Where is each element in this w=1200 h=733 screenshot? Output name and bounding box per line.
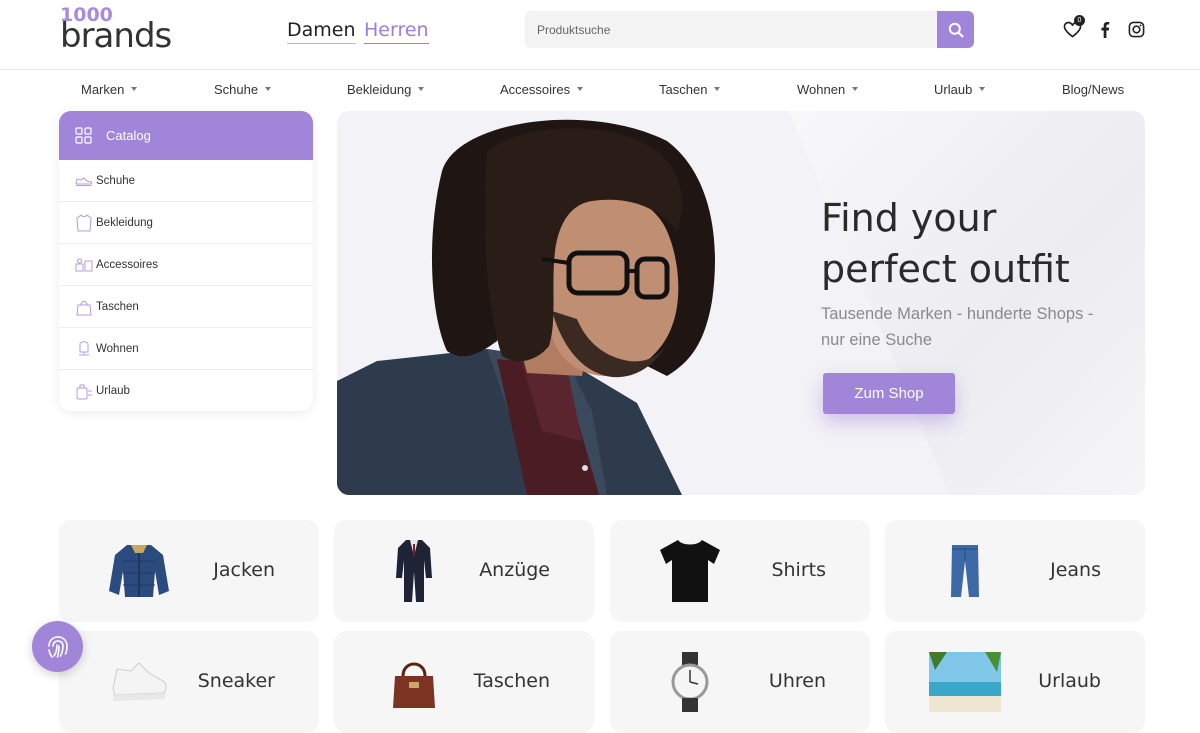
hero-title-line-1: Find your: [821, 196, 997, 240]
home-icon: [74, 340, 94, 358]
bag-image: [374, 649, 454, 715]
nav-item-label: Urlaub: [934, 82, 973, 97]
catalog-sidebar: Catalog Schuhe Bekleidung Accessoires Ta…: [59, 111, 313, 411]
tile-label: Jeans: [1050, 559, 1101, 581]
catalog-item-label: Taschen: [96, 300, 139, 313]
fingerprint-button[interactable]: [32, 621, 83, 672]
category-tile-urlaub[interactable]: Urlaub: [885, 631, 1145, 733]
tshirt-image: [650, 538, 730, 604]
catalog-item-taschen[interactable]: Taschen: [59, 286, 313, 328]
catalog-item-label: Urlaub: [96, 385, 130, 397]
nav-item-label: Taschen: [659, 82, 708, 97]
hero-subtitle: Tausende Marken - hunderte Shops - nur e…: [821, 305, 1094, 349]
tile-label: Anzüge: [479, 559, 550, 581]
vacation-icon: [74, 382, 94, 400]
wishlist-button[interactable]: 0: [1062, 15, 1085, 39]
wishlist-count-badge: 0: [1074, 15, 1085, 26]
shop-button[interactable]: Zum Shop: [823, 373, 955, 414]
grid-icon: [75, 127, 92, 144]
caret-down-icon: [131, 86, 138, 91]
catalog-item-label: Accessoires: [96, 258, 158, 271]
catalog-item-label: Wohnen: [96, 342, 139, 355]
category-tile-taschen[interactable]: Taschen: [334, 631, 594, 733]
caret-down-icon: [979, 86, 986, 91]
beach-image: [925, 649, 1005, 715]
caret-down-icon: [852, 86, 859, 91]
catalog-title: Catalog: [106, 128, 151, 143]
caret-down-icon: [577, 86, 584, 91]
nav-item-bekleidung[interactable]: Bekleidung: [347, 82, 425, 97]
facebook-icon: [1101, 21, 1110, 38]
caret-down-icon: [418, 86, 425, 91]
hero-model-image: [337, 119, 715, 495]
catalog-header[interactable]: Catalog: [59, 111, 313, 160]
jacket-image: [99, 538, 179, 604]
logo[interactable]: 1000 brands: [60, 6, 185, 56]
category-tile-uhren[interactable]: Uhren: [610, 631, 870, 733]
category-tile-shirts[interactable]: Shirts: [610, 520, 870, 622]
jeans-image: [925, 538, 1005, 604]
site-header: 1000 brands Damen Herren 0: [0, 0, 1200, 70]
nav-item-blog[interactable]: Blog/News: [1062, 82, 1124, 97]
nav-item-label: Accessoires: [500, 82, 571, 97]
nav-item-wohnen[interactable]: Wohnen: [797, 82, 859, 97]
category-tile-anzuege[interactable]: Anzüge: [334, 520, 594, 622]
shoe-icon: [74, 172, 94, 190]
nav-item-label: Marken: [81, 82, 125, 97]
nav-item-accessoires[interactable]: Accessoires: [500, 82, 584, 97]
catalog-item-bekleidung[interactable]: Bekleidung: [59, 202, 313, 244]
search-button[interactable]: [937, 11, 974, 48]
watch-image: [650, 649, 730, 715]
tile-label: Shirts: [771, 559, 826, 581]
category-tile-jeans[interactable]: Jeans: [885, 520, 1145, 622]
nav-item-taschen[interactable]: Taschen: [659, 82, 721, 97]
tile-label: Taschen: [473, 670, 550, 692]
search-icon: [948, 22, 963, 37]
shirt-icon: [74, 213, 94, 232]
catalog-item-wohnen[interactable]: Wohnen: [59, 328, 313, 370]
nav-item-urlaub[interactable]: Urlaub: [934, 82, 986, 97]
catalog-item-schuhe[interactable]: Schuhe: [59, 160, 313, 202]
accessories-icon: [74, 256, 94, 274]
search-bar: [525, 11, 974, 48]
tile-label: Urlaub: [1038, 670, 1101, 692]
instagram-link[interactable]: [1126, 19, 1146, 39]
nav-item-label: Schuhe: [214, 82, 259, 97]
tile-label: Uhren: [768, 670, 826, 692]
nav-item-schuhe[interactable]: Schuhe: [214, 82, 272, 97]
caret-down-icon: [714, 86, 721, 91]
catalog-item-label: Schuhe: [96, 174, 136, 187]
hero-title-line-2: perfect outfit: [821, 247, 1070, 291]
search-input[interactable]: [525, 11, 937, 48]
category-tile-sneaker[interactable]: Sneaker: [59, 631, 319, 733]
hero-banner: Find your perfect outfit Tausende Marken…: [337, 111, 1145, 495]
catalog-item-urlaub[interactable]: Urlaub: [59, 370, 313, 411]
catalog-item-accessoires[interactable]: Accessoires: [59, 244, 313, 286]
main-nav: Marken Schuhe Bekleidung Accessoires Tas…: [0, 70, 1200, 108]
category-tile-jacken[interactable]: Jacken: [59, 520, 319, 622]
instagram-icon: [1128, 21, 1144, 37]
tile-label: Jacken: [213, 559, 275, 581]
suit-image: [374, 538, 454, 604]
tab-damen[interactable]: Damen: [287, 19, 356, 44]
nav-item-label: Blog/News: [1062, 82, 1125, 97]
tile-label: Sneaker: [197, 670, 275, 692]
sneaker-image: [99, 649, 179, 715]
nav-item-label: Wohnen: [797, 82, 846, 97]
tab-herren[interactable]: Herren: [364, 19, 429, 44]
hero-title: Find your perfect outfit: [821, 193, 1121, 295]
fingerprint-icon: [47, 635, 68, 658]
logo-wordmark: brands: [60, 16, 172, 56]
caret-down-icon: [265, 86, 272, 91]
nav-item-label: Bekleidung: [347, 82, 412, 97]
nav-item-marken[interactable]: Marken: [81, 82, 138, 97]
catalog-item-label: Bekleidung: [96, 216, 153, 229]
facebook-link[interactable]: [1095, 19, 1115, 39]
bag-icon: [74, 298, 94, 316]
